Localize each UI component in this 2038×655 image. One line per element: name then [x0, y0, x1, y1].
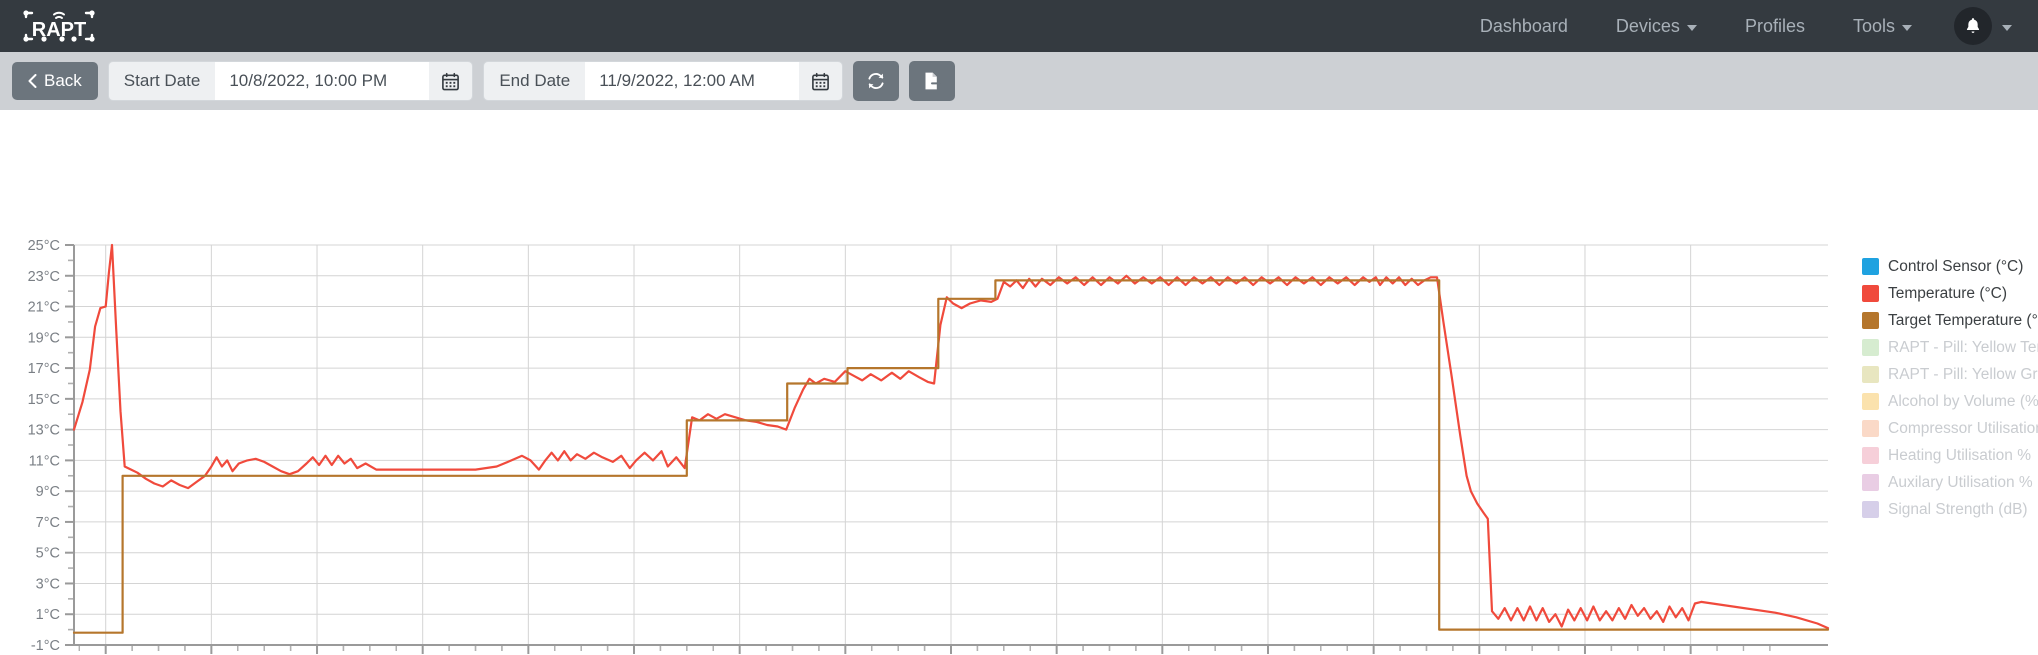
y-axis-ticks [65, 244, 74, 646]
y-axis-tick-label: 9°C [36, 484, 60, 500]
legend-item-2[interactable]: Target Temperature (°C) [1862, 307, 2038, 334]
user-menu-chevron-down-icon[interactable] [2002, 24, 2012, 31]
chevron-down-icon [1902, 24, 1912, 31]
back-button-label: Back [44, 71, 82, 90]
y-axis-tick-label: 15°C [28, 392, 60, 408]
legend-swatch-icon [1862, 366, 1879, 383]
rapt-logo[interactable]: RAPT [22, 9, 96, 43]
legend-swatch-icon [1862, 420, 1879, 437]
legend-item-6[interactable]: Compressor Utilisation % [1862, 415, 2038, 442]
legend-item-1[interactable]: Temperature (°C) [1862, 280, 2038, 307]
calendar-icon [442, 72, 460, 90]
legend-swatch-icon [1862, 285, 1879, 302]
legend-item-label: Temperature (°C) [1888, 284, 2008, 302]
y-axis-tick-label: 7°C [36, 515, 60, 531]
calendar-icon [812, 72, 830, 90]
legend-item-0[interactable]: Control Sensor (°C) [1862, 253, 2038, 280]
top-navbar: RAPT Dashboard Devices Profiles Tools [0, 0, 2038, 52]
bell-icon [1966, 18, 1980, 33]
chevron-down-icon [1686, 24, 1697, 31]
x-axis-ticks [78, 645, 1771, 654]
legend-item-8[interactable]: Auxilary Utilisation % [1862, 469, 2038, 496]
y-axis-tick-label: 13°C [28, 423, 60, 439]
legend-item-label: Alcohol by Volume (%) [1888, 392, 2038, 410]
start-date-label: Start Date [107, 61, 216, 101]
chart-legend: Control Sensor (°C) Temperature (°C) Targe… [1862, 253, 2038, 523]
refresh-icon [868, 73, 884, 89]
notifications-button[interactable] [1954, 7, 1992, 45]
legend-item-3[interactable]: RAPT - Pill: Yellow Temperature (°C) [1862, 334, 2038, 361]
legend-item-label: Signal Strength (dB) [1888, 500, 2028, 518]
rapt-wordmark: RAPT [32, 19, 86, 41]
legend-item-label: Control Sensor (°C) [1888, 257, 2024, 275]
export-button[interactable] [909, 61, 956, 101]
y-axis-tick-label: 3°C [36, 576, 60, 592]
legend-item-label: Auxilary Utilisation % [1888, 473, 2033, 491]
legend-item-5[interactable]: Alcohol by Volume (%) [1862, 388, 2038, 415]
refresh-button[interactable] [853, 61, 900, 101]
y-axis-tick-label: 25°C [28, 238, 60, 254]
date-range-toolbar: Back Start Date End Date [0, 52, 2038, 110]
nav-item-dashboard-label: Dashboard [1479, 15, 1568, 36]
end-date-calendar-button[interactable] [799, 61, 844, 101]
legend-swatch-icon [1862, 339, 1879, 356]
nav-item-dashboard[interactable]: Dashboard [1456, 16, 1592, 37]
legend-item-label: RAPT - Pill: Yellow Temperature (°C) [1888, 338, 2038, 356]
back-button[interactable]: Back [12, 62, 98, 100]
y-axis-tick-label: 5°C [36, 546, 60, 562]
start-date-calendar-button[interactable] [429, 61, 474, 101]
nav-item-tools-label: Tools [1852, 15, 1895, 36]
end-date-input[interactable] [585, 61, 800, 101]
legend-swatch-icon [1862, 501, 1879, 518]
legend-item-7[interactable]: Heating Utilisation % [1862, 442, 2038, 469]
legend-swatch-icon [1862, 474, 1879, 491]
nav-item-devices-label: Devices [1615, 15, 1680, 36]
y-axis-tick-label: 21°C [28, 300, 60, 316]
start-date-input[interactable] [215, 61, 430, 101]
y-axis-tick-label: 1°C [36, 607, 60, 623]
export-icon [925, 72, 941, 90]
notifications-area [1936, 7, 2016, 45]
end-date-group: End Date [483, 61, 844, 101]
y-axis-tick-label: 23°C [28, 269, 60, 285]
legend-item-label: Target Temperature (°C) [1888, 311, 2038, 329]
rapt-logo-icon: RAPT [23, 10, 95, 42]
legend-swatch-icon [1862, 393, 1879, 410]
nav-item-profiles[interactable]: Profiles [1721, 16, 1829, 37]
legend-item-4[interactable]: RAPT - Pill: Yellow Gravity (SG) [1862, 361, 2038, 388]
y-axis-tick-label: 17°C [28, 361, 60, 377]
legend-item-label: Compressor Utilisation % [1888, 419, 2038, 437]
nav-links: Dashboard Devices Profiles Tools [1456, 7, 2016, 45]
end-date-label: End Date [483, 61, 586, 101]
legend-swatch-icon [1862, 447, 1879, 464]
legend-item-label: Heating Utilisation % [1888, 446, 2032, 464]
start-date-group: Start Date [107, 61, 474, 101]
nav-item-devices[interactable]: Devices [1592, 16, 1721, 37]
temperature-chart[interactable]: 25°C 23°C 21°C 19°C 17°C 15°C 13°C 11°C 9°C 7°C 5°… [0, 110, 2038, 655]
chart-area: 25°C 23°C 21°C 19°C 17°C 15°C 13°C 11°C 9°C 7°C 5°… [0, 110, 2038, 655]
legend-swatch-icon [1862, 258, 1879, 275]
chevron-left-icon [28, 74, 37, 88]
y-axis-tick-label: -1°C [31, 638, 60, 654]
legend-swatch-icon [1862, 312, 1879, 329]
y-axis-labels: 25°C 23°C 21°C 19°C 17°C 15°C 13°C 11°C 9°C 7°C 5°… [28, 238, 60, 654]
y-axis-tick-label: 19°C [28, 330, 60, 346]
legend-item-label: RAPT - Pill: Yellow Gravity (SG) [1888, 365, 2038, 383]
nav-item-profiles-label: Profiles [1744, 15, 1805, 36]
nav-item-tools[interactable]: Tools [1829, 16, 1936, 37]
y-axis-tick-label: 11°C [29, 453, 60, 469]
legend-item-9[interactable]: Signal Strength (dB) [1862, 496, 2038, 523]
